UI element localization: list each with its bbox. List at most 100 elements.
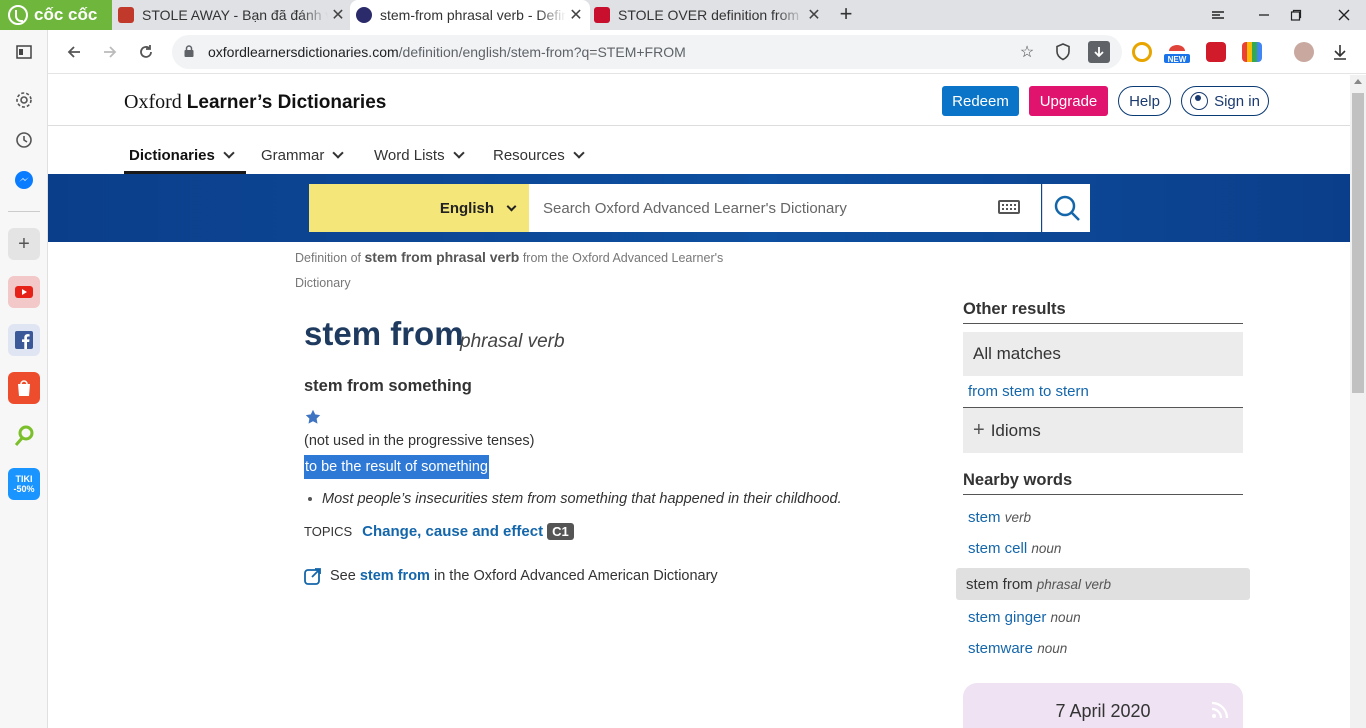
site-title-oxford: Oxford — [124, 91, 182, 113]
scroll-up-icon[interactable] — [1354, 79, 1362, 84]
settings-gear-icon[interactable] — [8, 84, 40, 116]
sign-in-button[interactable]: Sign in — [1181, 86, 1269, 116]
facebook-glyph — [15, 331, 33, 349]
tab-list-button[interactable] — [1198, 0, 1238, 30]
url-host: oxfordlearnersdictionaries.com — [208, 44, 399, 60]
chevron-down-icon — [573, 146, 585, 159]
shopee-icon[interactable] — [8, 372, 40, 404]
tiki-icon[interactable]: TIKI -50% — [8, 468, 40, 500]
nearby-word-link[interactable]: stemware noun — [968, 640, 1067, 657]
nav-word-lists[interactable]: Word Lists — [374, 141, 465, 169]
leaf-app-icon[interactable] — [8, 420, 40, 452]
add-shortcut-icon[interactable]: + — [8, 228, 40, 260]
extension-red-icon[interactable] — [1206, 42, 1226, 62]
idioms-toggle[interactable]: + Idioms — [963, 408, 1243, 453]
chevron-down-icon — [223, 146, 235, 159]
forward-arrow-icon — [104, 46, 117, 58]
headword: stem from — [304, 315, 464, 352]
svg-text:NEW: NEW — [1168, 55, 1187, 64]
nearby-word-link[interactable]: stem verb — [968, 509, 1031, 526]
forward-button[interactable] — [96, 38, 124, 66]
grammar-note: (not used in the progressive tenses) — [304, 433, 535, 449]
breadcrumb-pre: Definition of — [295, 251, 362, 265]
language-label: English — [439, 199, 494, 217]
nearby-word-link[interactable]: stem ginger noun — [968, 609, 1081, 626]
new-tab-button[interactable]: + — [836, 2, 856, 28]
nearby-pos: phrasal verb — [1036, 576, 1111, 592]
close-tab-icon[interactable]: ✕ — [804, 5, 824, 25]
sidebar-toggle-icon[interactable] — [8, 36, 40, 68]
nearby-word: stem ginger — [968, 609, 1047, 626]
match-link[interactable]: from stem to stern — [968, 383, 1089, 400]
profile-avatar[interactable] — [1294, 42, 1314, 62]
language-select[interactable]: English — [309, 184, 529, 232]
messenger-icon[interactable] — [8, 164, 40, 196]
back-button[interactable] — [60, 38, 88, 66]
extension-colors-icon[interactable] — [1242, 42, 1262, 62]
sidebar-divider — [8, 211, 40, 212]
see-also-link[interactable]: stem from — [360, 568, 430, 584]
nav-resources[interactable]: Resources — [493, 141, 585, 169]
search-input[interactable]: Search Oxford Advanced Learner's Diction… — [529, 184, 1041, 232]
upgrade-button[interactable]: Upgrade — [1029, 86, 1108, 116]
nearby-pos: noun — [1050, 610, 1081, 625]
youtube-icon[interactable] — [8, 276, 40, 308]
rss-icon[interactable] — [1211, 701, 1229, 719]
reload-button[interactable] — [132, 38, 160, 66]
all-matches-button[interactable]: All matches — [963, 332, 1243, 376]
nearby-word-current[interactable]: stem from phrasal verb — [956, 568, 1250, 600]
shield-icon[interactable] — [1052, 41, 1074, 63]
shield-glyph — [1056, 43, 1070, 61]
plus-icon: + — [973, 419, 985, 441]
site-logo[interactable]: Oxford Learner’s Dictionaries — [124, 91, 386, 114]
tab-stole-over[interactable]: STOLE OVER definition from Mac ✕ — [588, 0, 828, 30]
clock-icon — [16, 132, 32, 148]
coccoc-brand[interactable]: cốc cốc — [0, 0, 112, 30]
nearby-pos: noun — [1037, 641, 1068, 656]
close-tab-icon[interactable]: ✕ — [566, 5, 586, 25]
new-badge-icon: NEW — [1164, 45, 1190, 64]
download-arrow-icon — [1094, 47, 1104, 58]
chevron-down-icon — [452, 146, 465, 159]
help-button[interactable]: Help — [1118, 86, 1171, 116]
tab-stole-away[interactable]: STOLE AWAY - Bạn đã đánh vần ✕ — [112, 0, 352, 30]
nearby-word: stemware — [968, 640, 1034, 657]
macmillan-favicon-icon — [594, 7, 610, 23]
close-window-button[interactable] — [1324, 0, 1364, 30]
nearby-word-link[interactable]: stem cell noun — [968, 540, 1061, 557]
redeem-button[interactable]: Redeem — [942, 86, 1019, 116]
scrollbar-thumb[interactable] — [1352, 93, 1364, 393]
definition-text: to be the result of something — [304, 455, 489, 479]
breadcrumb: Definition of stem from phrasal verb fro… — [295, 245, 755, 296]
close-tab-icon[interactable]: ✕ — [328, 5, 348, 25]
maximize-button[interactable] — [1276, 0, 1316, 30]
nearby-word: stem from — [966, 575, 1033, 593]
facebook-icon[interactable] — [8, 324, 40, 356]
download-page-icon[interactable] — [1088, 41, 1110, 63]
keyboard-icon[interactable] — [998, 200, 1020, 214]
tiki-sale-glyph: -50% — [13, 484, 35, 494]
nav-dictionaries[interactable]: Dictionaries — [129, 141, 235, 169]
extension-coccoc-icon[interactable] — [1132, 42, 1152, 62]
topic-link[interactable]: Change, cause and effect — [362, 523, 543, 540]
search-icon — [1054, 195, 1080, 221]
history-icon[interactable] — [8, 124, 40, 156]
word-of-the-day-card[interactable]: 7 April 2020 — [963, 683, 1243, 728]
address-bar[interactable]: oxfordlearnersdictionaries.com/definitio… — [172, 35, 1122, 69]
star-icon[interactable] — [305, 409, 321, 425]
search-button[interactable] — [1042, 184, 1090, 232]
bookmark-star-icon[interactable]: ☆ — [1016, 41, 1038, 63]
page-scrollbar[interactable] — [1350, 75, 1366, 728]
extension-new-icon[interactable]: NEW — [1164, 42, 1190, 64]
messenger-glyph — [15, 171, 33, 189]
see-also-post: in the Oxford Advanced American Dictiona… — [433, 568, 718, 584]
leaf-icon — [14, 425, 34, 446]
wotd-date: 7 April 2020 — [1055, 701, 1151, 721]
downloads-button[interactable] — [1326, 38, 1354, 66]
back-arrow-icon — [67, 46, 80, 58]
shopee-bag-icon — [18, 380, 30, 396]
nearby-words-heading: Nearby words — [963, 471, 1243, 495]
tab-stem-from[interactable]: stem-from phrasal verb - Defini ✕ — [350, 0, 590, 30]
nav-grammar[interactable]: Grammar — [261, 141, 345, 169]
topics-label: TOPICS — [304, 524, 353, 539]
